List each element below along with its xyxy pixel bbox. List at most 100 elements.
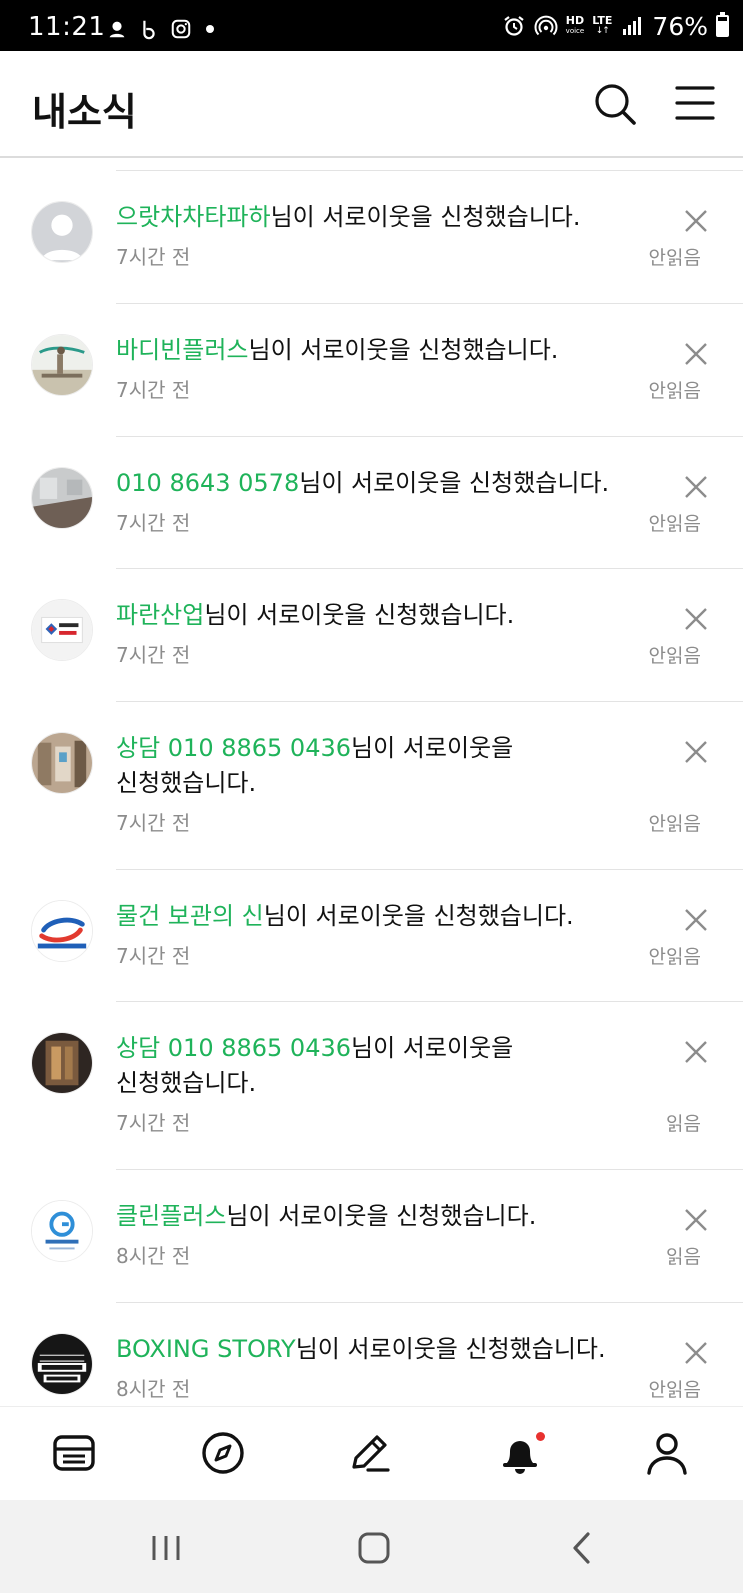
notification-time: 7시간 전	[116, 1111, 191, 1135]
back-icon	[573, 1532, 590, 1564]
company-logo-image	[32, 600, 92, 660]
search-button[interactable]	[592, 81, 638, 127]
close-icon[interactable]	[682, 738, 710, 766]
notification-time: 7시간 전	[116, 811, 191, 835]
compass-icon	[202, 1432, 244, 1474]
avatar[interactable]	[31, 467, 93, 529]
notification-item[interactable]: 상담 010 8865 0436님이 서로이웃을 신청했습니다. 7시간 전 안…	[0, 701, 743, 870]
close-icon[interactable]	[682, 340, 710, 368]
read-status: 안읽음	[648, 813, 701, 835]
hotspot-icon	[534, 15, 558, 36]
notification-item[interactable]: 클린플러스님이 서로이웃을 신청했습니다. 8시간 전 읽음	[0, 1169, 743, 1303]
signal-icon	[623, 17, 642, 35]
more-notifications-dot	[206, 25, 214, 33]
boxing-logo-image	[32, 1334, 92, 1394]
close-icon[interactable]	[682, 473, 710, 501]
battery-icon	[716, 12, 729, 37]
status-time: 11:21	[28, 12, 106, 42]
nickname-link[interactable]: 으랏차차타파하	[116, 203, 271, 231]
close-icon[interactable]	[682, 1339, 710, 1367]
notification-time: 7시간 전	[116, 944, 191, 968]
notification-item[interactable]: 상담 010 8865 0436님이 서로이웃을 신청했습니다. 7시간 전 읽…	[0, 1001, 743, 1170]
avatar[interactable]	[31, 201, 93, 263]
nav-news-button[interactable]	[496, 1429, 545, 1477]
close-icon[interactable]	[682, 207, 710, 235]
read-status: 안읽음	[648, 946, 701, 968]
nickname-link[interactable]: BOXING STORY	[116, 1335, 296, 1363]
notification-item[interactable]: 010 8643 0578님이 서로이웃을 신청했습니다. 7시간 전 안읽음	[0, 436, 743, 569]
storage-photo-image	[32, 1033, 92, 1093]
notification-item[interactable]: 파란산업님이 서로이웃을 신청했습니다. 7시간 전 안읽음	[0, 568, 743, 702]
nav-discover-button[interactable]	[199, 1429, 247, 1477]
nickname-link[interactable]: 바디빈플러스	[116, 336, 248, 364]
search-icon	[595, 84, 636, 125]
avatar[interactable]	[31, 334, 93, 396]
close-icon[interactable]	[682, 906, 710, 934]
nickname-link[interactable]: 상담 010 8865 0436	[116, 1034, 351, 1062]
notification-time: 7시간 전	[116, 378, 191, 402]
recent-apps-button[interactable]	[146, 1528, 186, 1568]
home-button[interactable]	[354, 1528, 394, 1568]
avatar[interactable]	[31, 1200, 93, 1262]
system-navigation-bar	[0, 1500, 743, 1593]
cleaning-logo-image	[32, 1201, 92, 1261]
bottom-navigation	[0, 1406, 743, 1500]
read-status: 안읽음	[648, 513, 701, 535]
avatar[interactable]	[31, 732, 93, 794]
app-header: 내소식	[0, 51, 743, 158]
nickname-link[interactable]: 클린플러스	[116, 1202, 226, 1230]
notification-item[interactable]: 물건 보관의 신님이 서로이웃을 신청했습니다. 7시간 전 안읽음	[0, 869, 743, 1002]
nickname-link[interactable]: 010 8643 0578	[116, 469, 299, 497]
nav-my-button[interactable]	[643, 1429, 691, 1477]
read-status: 안읽음	[648, 380, 701, 402]
nav-write-button[interactable]	[346, 1429, 394, 1477]
notification-text[interactable]: 으랏차차타파하님이 서로이웃을 신청했습니다.	[116, 200, 636, 235]
band-app-icon	[143, 20, 155, 40]
close-icon[interactable]	[682, 1038, 710, 1066]
avatar[interactable]	[31, 1032, 93, 1094]
new-notification-badge	[536, 1432, 545, 1441]
nav-feed-button[interactable]	[50, 1429, 98, 1477]
gym-photo-image	[32, 335, 92, 395]
close-icon[interactable]	[682, 605, 710, 633]
notification-text[interactable]: 상담 010 8865 0436님이 서로이웃을 신청했습니다.	[116, 731, 636, 801]
read-status: 읽음	[666, 1113, 701, 1135]
notification-time: 7시간 전	[116, 511, 191, 535]
notification-text[interactable]: 물건 보관의 신님이 서로이웃을 신청했습니다.	[116, 899, 636, 934]
avatar[interactable]	[31, 900, 93, 962]
logistics-logo-image	[32, 901, 92, 961]
app-notification-icon	[109, 21, 125, 38]
pencil-icon	[352, 1435, 390, 1472]
nickname-link[interactable]: 상담 010 8865 0436	[116, 734, 351, 762]
status-system-icons: HD voice LTE ↓↑ 76%	[502, 10, 729, 42]
hamburger-menu-icon	[675, 86, 715, 120]
notification-time: 8시간 전	[116, 1377, 191, 1401]
read-status: 안읽음	[648, 1379, 701, 1401]
notification-text[interactable]: BOXING STORY님이 서로이웃을 신청했습니다.	[116, 1332, 636, 1367]
notification-text[interactable]: 바디빈플러스님이 서로이웃을 신청했습니다.	[116, 333, 636, 368]
battery-percent: 76%	[652, 11, 708, 41]
notification-item[interactable]: 으랏차차타파하님이 서로이웃을 신청했습니다. 7시간 전 안읽음	[0, 170, 743, 304]
avatar[interactable]	[31, 599, 93, 661]
notification-text[interactable]: 클린플러스님이 서로이웃을 신청했습니다.	[116, 1199, 636, 1234]
read-status: 읽음	[666, 1246, 701, 1268]
notification-list[interactable]: 으랏차차타파하님이 서로이웃을 신청했습니다. 7시간 전 안읽음 바디빈플러스…	[0, 170, 743, 1406]
read-status: 안읽음	[648, 247, 701, 269]
instagram-icon	[171, 19, 191, 39]
avatar[interactable]	[31, 1333, 93, 1395]
notification-item[interactable]: 바디빈플러스님이 서로이웃을 신청했습니다. 7시간 전 안읽음	[0, 303, 743, 437]
nickname-link[interactable]: 파란산업	[116, 601, 204, 629]
back-button[interactable]	[562, 1528, 602, 1568]
notification-item[interactable]: BOXING STORY님이 서로이웃을 신청했습니다. 8시간 전 안읽음	[0, 1302, 743, 1406]
notification-text[interactable]: 파란산업님이 서로이웃을 신청했습니다.	[116, 598, 636, 633]
notification-text[interactable]: 상담 010 8865 0436님이 서로이웃을 신청했습니다.	[116, 1031, 636, 1101]
default-profile-icon	[32, 202, 92, 262]
close-icon[interactable]	[682, 1206, 710, 1234]
notification-text[interactable]: 010 8643 0578님이 서로이웃을 신청했습니다.	[116, 466, 636, 501]
feed-icon	[53, 1435, 95, 1471]
interior-photo-image	[32, 733, 92, 793]
read-status: 안읽음	[648, 645, 701, 667]
menu-button[interactable]	[672, 81, 718, 127]
recent-apps-icon	[152, 1536, 180, 1560]
nickname-link[interactable]: 물건 보관의 신	[116, 902, 264, 930]
